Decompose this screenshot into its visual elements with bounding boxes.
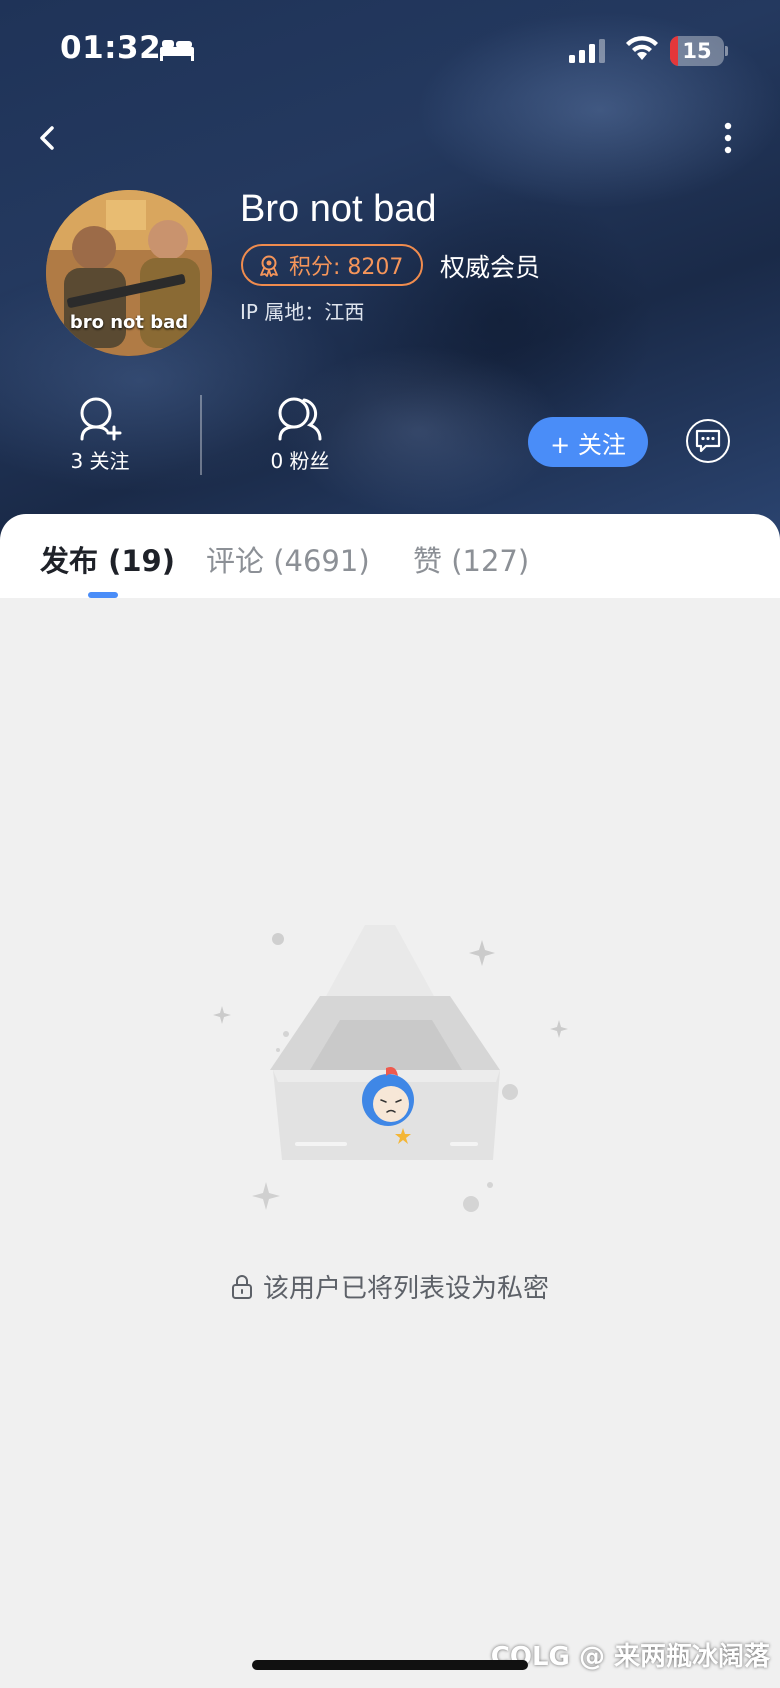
battery-level: 15 [682,39,712,63]
fans-count: 0 粉丝 [270,449,330,473]
private-list-message: 该用户已将列表设为私密 [262,1274,549,1304]
tab-bar: 发布 (19) 评论 (4691) 赞 (127) [0,514,780,598]
bed-icon [160,40,194,61]
status-time: 01:32 [60,30,162,66]
chevron-left-icon [40,126,54,150]
avatar-caption: bro not bad [69,312,189,333]
watermark: COLG @ 来两瓶冰阔落 [490,1642,770,1672]
home-indicator[interactable] [252,1660,528,1670]
status-bar: 01:32 15 [0,0,780,100]
empty-box-illustration [213,925,568,1212]
ip-location: IP 属地：江西 [240,300,365,324]
medal-icon [260,255,278,277]
following-count: 3 关注 [70,449,130,473]
points-badge[interactable]: 积分: 8207 [241,244,423,286]
private-list-notice: 该用户已将列表设为私密 [0,1268,780,1305]
tab-comments[interactable]: 评论 (4691) [206,538,370,580]
stats-row: 3 关注 0 粉丝 [0,395,780,495]
wifi-icon [626,36,658,60]
message-button[interactable] [686,419,730,463]
tab-posts[interactable]: 发布 (19) [40,538,175,580]
tab-likes[interactable]: 赞 (127) [413,538,529,580]
profile-header: 01:32 15 bro not bad Bro not bad 积分: 820… [0,0,780,540]
follow-button[interactable]: + 关注 [528,417,648,467]
points-value: 积分: 8207 [289,255,404,280]
fans-stat[interactable]: 0 粉丝 [230,395,370,474]
battery-icon: 15 [670,36,728,66]
chat-bubble-icon [695,429,721,453]
follow-user-icon [80,397,122,441]
more-vertical-icon [724,122,732,154]
avatar[interactable]: bro not bad [46,190,212,356]
stats-divider [200,395,202,475]
username: Bro not bad [240,188,437,230]
more-button[interactable] [712,118,744,158]
signal-icon [569,39,605,63]
tab-indicator [88,592,118,598]
back-button[interactable] [30,118,66,158]
member-level: 权威会员 [440,253,541,282]
following-stat[interactable]: 3 关注 [30,395,170,474]
fans-icon [278,397,322,441]
lock-icon [231,1275,252,1299]
